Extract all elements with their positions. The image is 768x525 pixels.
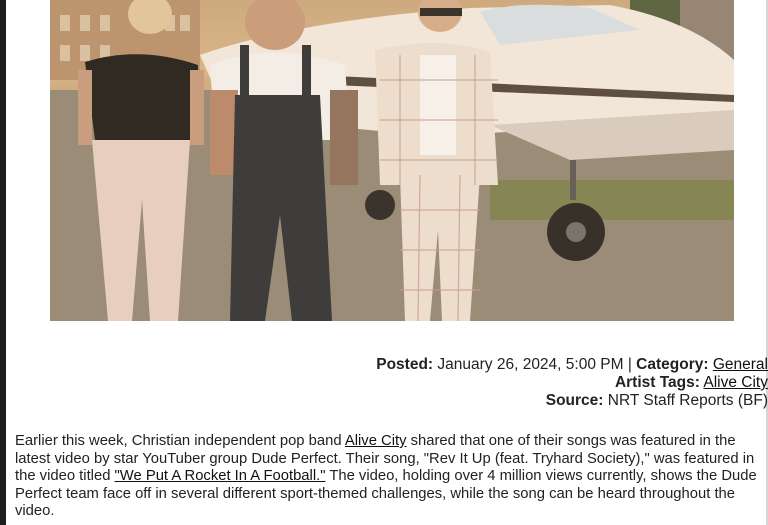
photo-illustration [50, 0, 734, 321]
posted-label: Posted: [376, 356, 434, 373]
source-label: Source: [545, 392, 604, 409]
artist-tags-line: Artist Tags: Alive City [2, 374, 768, 392]
category-label: Category: [636, 356, 709, 373]
source-line: Source: NRT Staff Reports (BF) [2, 392, 768, 410]
left-page-border [0, 0, 6, 525]
source-value: NRT Staff Reports (BF) [607, 392, 768, 409]
band-link[interactable]: Alive City [345, 433, 407, 449]
article-hero-photo [50, 0, 734, 321]
posted-line: Posted: January 26, 2024, 5:00 PM | Cate… [2, 356, 768, 374]
artist-tags-label: Artist Tags: [614, 374, 700, 391]
meta-separator: | [627, 356, 632, 373]
category-link[interactable]: General [713, 356, 768, 373]
video-link[interactable]: "We Put A Rocket In A Football." [115, 468, 326, 484]
artist-tag-link[interactable]: Alive City [703, 374, 768, 391]
post-meta: Posted: January 26, 2024, 5:00 PM | Cate… [2, 356, 768, 410]
article-body: Earlier this week, Christian independent… [15, 433, 763, 521]
article-text: Earlier this week, Christian independent… [15, 433, 345, 449]
posted-date: January 26, 2024, 5:00 PM [437, 356, 624, 373]
